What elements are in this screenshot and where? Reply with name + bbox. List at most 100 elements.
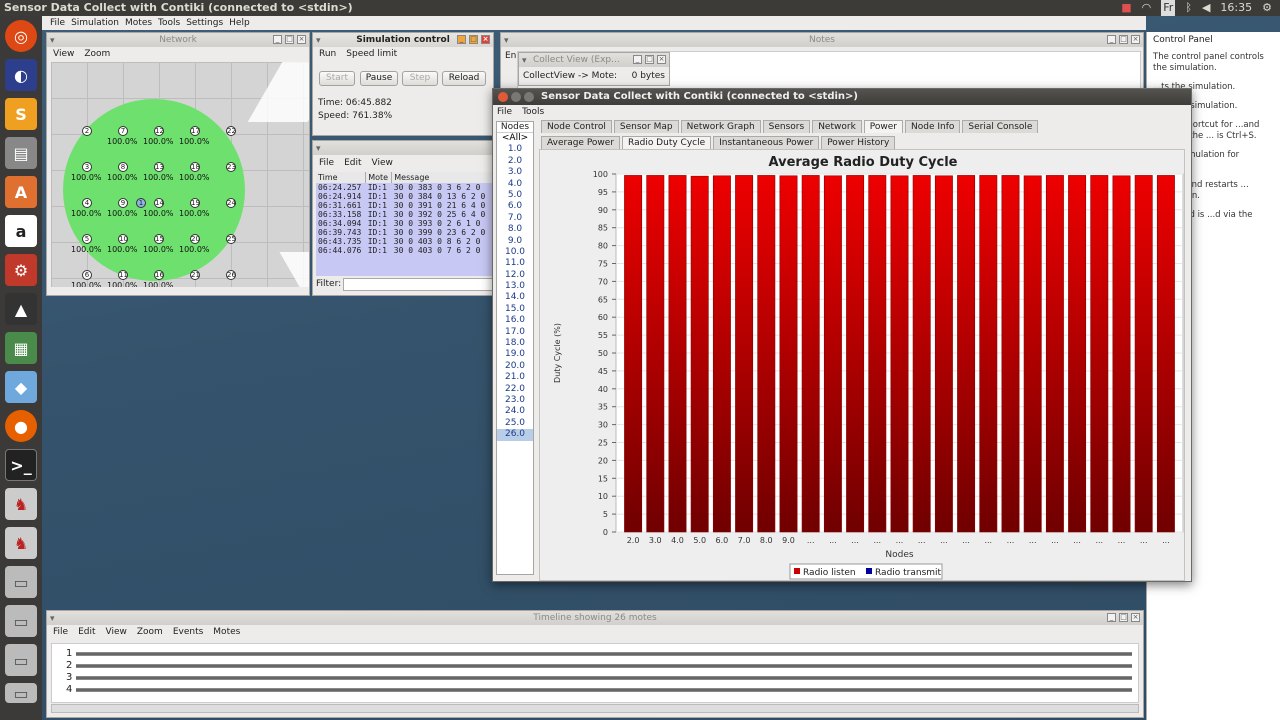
tab-node-control[interactable]: Node Control [541, 120, 612, 133]
timeline-canvas[interactable]: 1234 [51, 643, 1139, 703]
nodes-list[interactable]: Nodes <All> 1.0 2.0 3.0 4.0 5.0 6.0 7.0 8.0 9.0 10… [496, 121, 534, 575]
mote-9[interactable]: 9 [118, 198, 128, 208]
log-header-message[interactable]: Message [392, 172, 492, 183]
mote-2[interactable]: 2 [82, 126, 92, 136]
bar-radio-listen[interactable] [779, 175, 798, 533]
node-list-item[interactable]: 2.0 [497, 156, 533, 167]
timeline-scrollbar[interactable] [51, 704, 1139, 713]
minimize-icon[interactable]: _ [1107, 35, 1116, 44]
sim-menu-speed-limit[interactable]: Speed limit [346, 47, 397, 61]
mote-26[interactable]: 26 [226, 270, 236, 280]
subtab-radio-duty-cycle[interactable]: Radio Duty Cycle [622, 136, 712, 149]
timeline-row[interactable]: 3 [52, 672, 1138, 684]
mote-4[interactable]: 4 [82, 198, 92, 208]
java-app-icon[interactable]: ♞ [5, 488, 37, 520]
pause-button[interactable]: Pause [360, 71, 398, 86]
mote-14[interactable]: 14 [154, 198, 164, 208]
bar-radio-listen[interactable] [801, 175, 820, 533]
minimize-icon[interactable]: _ [633, 55, 642, 64]
mote-12[interactable]: 12 [154, 126, 164, 136]
node-list-item[interactable]: 20.0 [497, 361, 533, 372]
sim-menu-run[interactable]: Run [319, 47, 336, 61]
log-menu-view[interactable]: View [372, 156, 393, 170]
node-list-item[interactable]: 12.0 [497, 270, 533, 281]
monitor-icon[interactable]: ▦ [5, 332, 37, 364]
minimize-icon[interactable] [511, 92, 521, 102]
mote-17[interactable]: 17 [190, 126, 200, 136]
maximize-icon[interactable]: □ [285, 35, 294, 44]
log-row[interactable]: 06:31.661 ID:1 30 0 391 0 21 6 4 0 [316, 201, 492, 210]
menu-settings[interactable]: Settings [186, 16, 223, 30]
log-row[interactable]: 06:44.076 ID:1 30 0 403 0 7 6 2 0 [316, 246, 492, 255]
mote-19[interactable]: 19 [190, 198, 200, 208]
mote-18[interactable]: 18 [190, 162, 200, 172]
bar-radio-listen[interactable] [1156, 175, 1175, 533]
bar-radio-listen[interactable] [890, 175, 909, 533]
bar-radio-listen[interactable] [1068, 175, 1087, 533]
minimize-icon[interactable]: _ [273, 35, 282, 44]
close-icon[interactable]: × [657, 55, 666, 64]
bar-radio-listen[interactable] [1001, 175, 1020, 533]
node-list-item[interactable]: 4.0 [497, 179, 533, 190]
collect-menu-tools[interactable]: Tools [522, 105, 544, 119]
mote-8[interactable]: 8 [118, 162, 128, 172]
wifi-icon[interactable]: ◠ [1142, 0, 1152, 16]
bar-radio-listen[interactable] [979, 175, 998, 533]
close-icon[interactable] [498, 92, 508, 102]
log-row[interactable]: 06:24.914 ID:1 30 0 384 0 13 6 2 0 [316, 192, 492, 201]
maximize-icon[interactable]: □ [469, 35, 478, 44]
timeline-row[interactable]: 4 [52, 684, 1138, 696]
bar-radio-listen[interactable] [957, 175, 976, 533]
bar-radio-listen[interactable] [690, 175, 709, 533]
node-list-item[interactable]: 14.0 [497, 292, 533, 303]
node-list-item[interactable]: 19.0 [497, 349, 533, 360]
bar-radio-listen[interactable] [1134, 175, 1153, 533]
mote-16[interactable]: 16 [154, 270, 164, 280]
timeline-menu-view[interactable]: View [106, 625, 127, 639]
tab-sensors[interactable]: Sensors [762, 120, 811, 133]
collect-menu-file[interactable]: File [497, 105, 512, 119]
window-menu-icon[interactable]: ▾ [316, 34, 321, 48]
subtab-power-history[interactable]: Power History [821, 136, 896, 149]
window-menu-icon[interactable]: ▾ [50, 612, 55, 626]
log-header-mote[interactable]: Mote [365, 172, 393, 183]
mote-1[interactable]: 1 [136, 198, 146, 208]
bar-radio-listen[interactable] [1112, 175, 1131, 533]
subtab-average-power[interactable]: Average Power [541, 136, 621, 149]
tab-node-info[interactable]: Node Info [905, 120, 961, 133]
mote-15[interactable]: 15 [154, 234, 164, 244]
volume-icon[interactable]: ◀ [1202, 0, 1210, 16]
node-list-item[interactable]: 3.0 [497, 167, 533, 178]
node-list-item[interactable]: 5.0 [497, 190, 533, 201]
firefox-icon[interactable]: ● [5, 410, 37, 442]
bar-radio-listen[interactable] [757, 175, 776, 533]
bluetooth-icon[interactable]: ᛒ [1185, 0, 1192, 16]
timeline-menu-motes[interactable]: Motes [213, 625, 240, 639]
minimize-icon[interactable]: _ [457, 35, 466, 44]
mote-25[interactable]: 25 [226, 234, 236, 244]
camera-icon[interactable]: ■ [1121, 0, 1131, 16]
node-list-item[interactable]: 22.0 [497, 384, 533, 395]
node-list-item[interactable]: 13.0 [497, 281, 533, 292]
filter-input[interactable] [343, 278, 493, 291]
bar-radio-listen[interactable] [934, 175, 953, 533]
java-app-icon-2[interactable]: ♞ [5, 527, 37, 559]
drive-icon[interactable]: ▭ [5, 566, 37, 598]
node-list-item[interactable]: 9.0 [497, 236, 533, 247]
log-row[interactable]: 06:33.158 ID:1 30 0 392 0 25 6 4 0 [316, 210, 492, 219]
window-menu-icon[interactable]: ▾ [522, 54, 527, 68]
mote-5[interactable]: 5 [82, 234, 92, 244]
node-list-item[interactable]: 26.0 [497, 429, 533, 441]
mote-11[interactable]: 11 [118, 270, 128, 280]
bar-radio-listen[interactable] [735, 175, 754, 533]
node-list-item[interactable]: 25.0 [497, 418, 533, 429]
node-list-item[interactable]: 16.0 [497, 315, 533, 326]
maximize-icon[interactable]: □ [1119, 613, 1128, 622]
mote-20[interactable]: 20 [190, 234, 200, 244]
log-menu-file[interactable]: File [319, 156, 334, 170]
keyboard-layout[interactable]: Fr [1161, 0, 1176, 16]
node-list-item[interactable]: 1.0 [497, 144, 533, 155]
drive-icon-3[interactable]: ▭ [5, 644, 37, 676]
tab-power[interactable]: Power [863, 120, 903, 133]
bar-radio-listen[interactable] [1045, 175, 1064, 533]
